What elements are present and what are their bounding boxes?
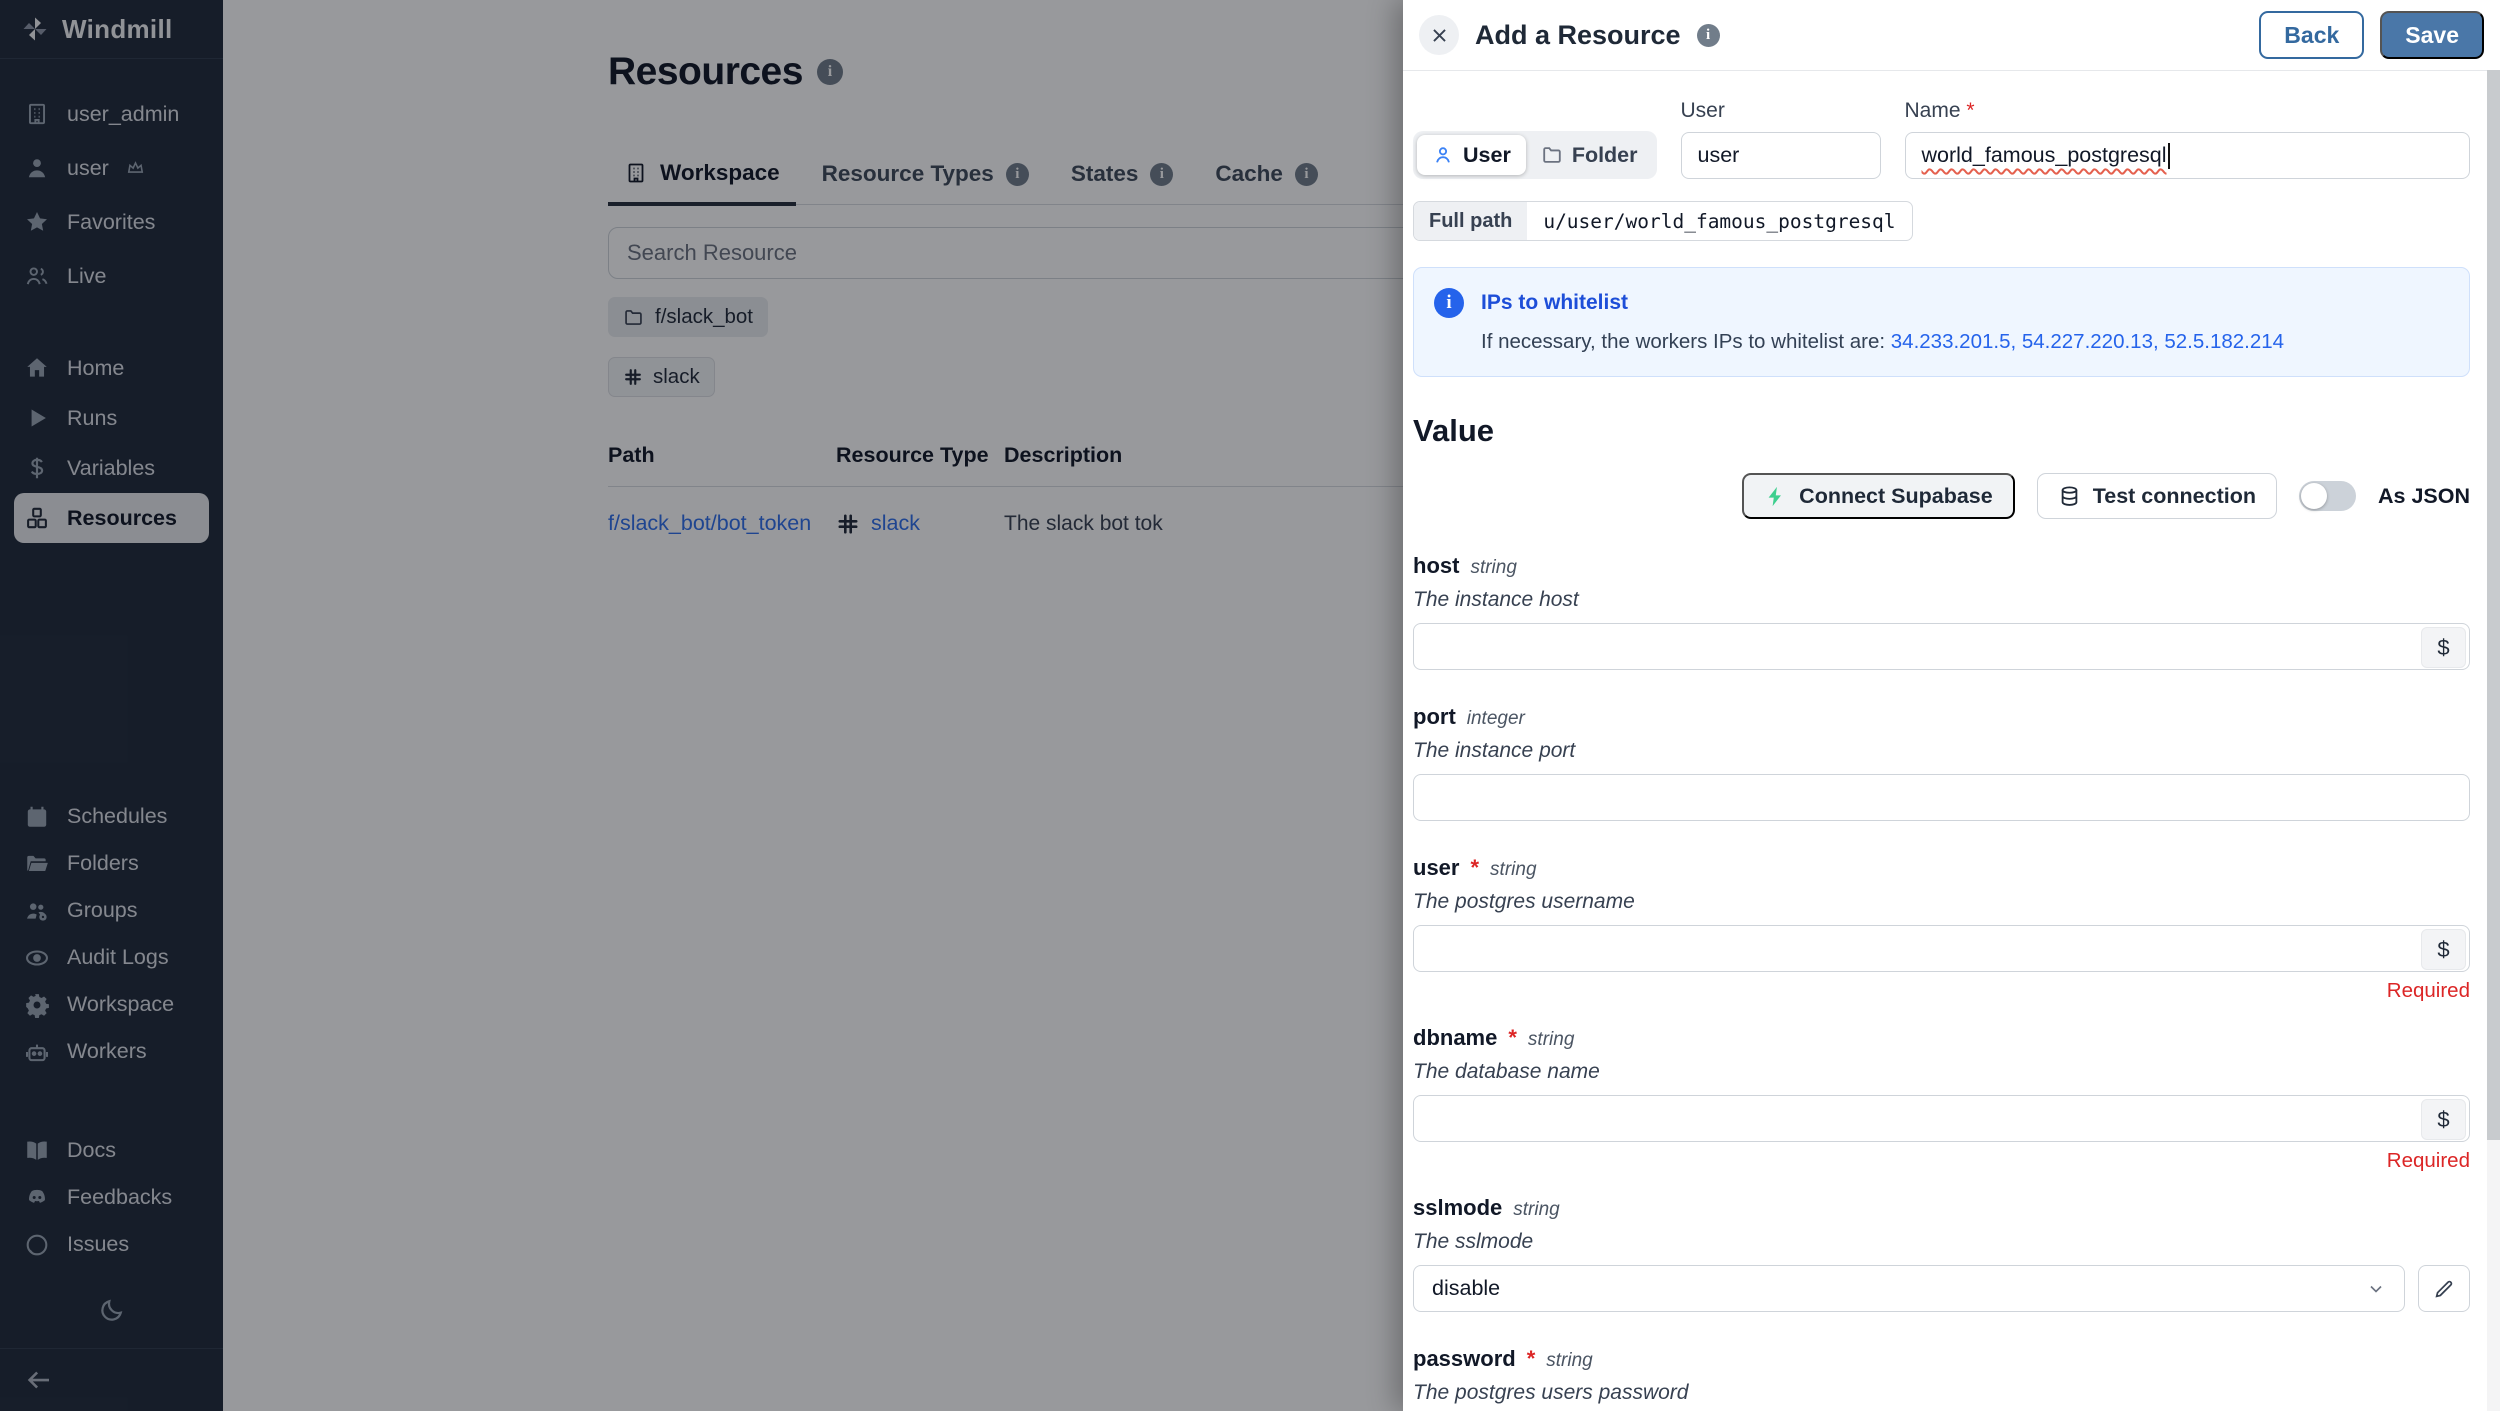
value-actions-row: Connect Supabase Test connection As JSON xyxy=(1413,473,2470,519)
database-icon xyxy=(2058,485,2081,508)
full-path-label: Full path xyxy=(1414,202,1527,240)
insert-variable-button[interactable]: $ xyxy=(2421,627,2466,668)
name-input[interactable]: world_famous_postgresql xyxy=(1905,132,2470,179)
value-section-title: Value xyxy=(1413,413,2470,449)
field-description: The instance host xyxy=(1413,588,2470,612)
required-asterisk: * xyxy=(1527,1346,1536,1372)
folder-icon xyxy=(1541,144,1563,166)
owner-folder-label: Folder xyxy=(1572,143,1638,168)
field-host: host string The instance host $ xyxy=(1413,553,2470,670)
user-input-value: user xyxy=(1698,143,1740,168)
field-type: string xyxy=(1490,859,1536,881)
toggle-knob xyxy=(2301,483,2327,509)
drawer-body: User Folder User user Name xyxy=(1403,71,2500,1411)
scrollbar-thumb[interactable] xyxy=(2487,70,2500,1140)
field-type: string xyxy=(1528,1029,1574,1051)
user-field-label: User xyxy=(1681,99,1881,123)
info-icon: i xyxy=(1434,288,1464,318)
field-description: The database name xyxy=(1413,1060,2470,1084)
name-field-label: Name * xyxy=(1905,99,2470,123)
infobox-title: IPs to whitelist xyxy=(1481,291,2284,315)
required-note: Required xyxy=(1413,979,2470,1003)
field-type: string xyxy=(1513,1199,1559,1221)
sslmode-selected-value: disable xyxy=(1432,1276,1500,1301)
full-path-display: Full path u/user/world_famous_postgresql xyxy=(1413,201,1913,241)
close-button[interactable] xyxy=(1419,15,1459,55)
field-port: port integer The instance port xyxy=(1413,704,2470,821)
drawer-title: Add a Resource xyxy=(1475,20,1681,51)
insert-variable-button[interactable]: $ xyxy=(2421,929,2466,970)
connect-supabase-button[interactable]: Connect Supabase xyxy=(1742,473,2015,519)
user-icon xyxy=(1432,144,1454,166)
host-input[interactable]: $ xyxy=(1413,623,2470,670)
ip-whitelist-infobox: i IPs to whitelist If necessary, the wor… xyxy=(1413,267,2470,377)
back-button[interactable]: Back xyxy=(2259,11,2364,59)
add-resource-drawer: Add a Resource i Back Save User Folder xyxy=(1403,0,2500,1411)
edit-enum-button[interactable] xyxy=(2418,1265,2470,1312)
field-name: sslmode xyxy=(1413,1195,1502,1221)
as-json-label: As JSON xyxy=(2378,484,2470,509)
text-caret xyxy=(2168,143,2170,169)
field-dbname: dbname * string The database name $ Requir… xyxy=(1413,1025,2470,1173)
user-input[interactable]: user xyxy=(1681,132,1881,179)
owner-type-toggle: User Folder xyxy=(1413,131,1657,179)
info-icon: i xyxy=(1697,24,1720,47)
field-name: password xyxy=(1413,1346,1516,1372)
insert-variable-button[interactable]: $ xyxy=(2421,1099,2466,1140)
port-input[interactable] xyxy=(1413,774,2470,821)
close-icon xyxy=(1430,26,1449,45)
field-name: port xyxy=(1413,704,1456,730)
field-password: password * string The postgres users passw… xyxy=(1413,1346,2470,1411)
field-type: string xyxy=(1470,557,1516,579)
required-asterisk: * xyxy=(1966,99,1974,122)
field-description: The postgres users password xyxy=(1413,1381,2470,1405)
full-path-value: u/user/world_famous_postgresql xyxy=(1527,202,1911,240)
field-sslmode: sslmode string The sslmode disable xyxy=(1413,1195,2470,1312)
chevron-down-icon xyxy=(2366,1279,2386,1299)
owner-user-option[interactable]: User xyxy=(1417,135,1526,175)
save-button[interactable]: Save xyxy=(2380,11,2484,59)
field-user: user * string The postgres username $ Requ… xyxy=(1413,855,2470,1003)
drawer-header: Add a Resource i Back Save xyxy=(1403,0,2500,71)
modal-backdrop[interactable] xyxy=(0,0,1403,1411)
sslmode-select[interactable]: disable xyxy=(1413,1265,2405,1312)
owner-folder-option[interactable]: Folder xyxy=(1526,135,1653,175)
test-connection-button[interactable]: Test connection xyxy=(2037,473,2277,519)
name-field-group: Name * world_famous_postgresql xyxy=(1905,99,2470,179)
dbname-input[interactable]: $ xyxy=(1413,1095,2470,1142)
drawer-scrollbar xyxy=(2487,70,2500,1411)
field-description: The instance port xyxy=(1413,739,2470,763)
required-note: Required xyxy=(1413,1149,2470,1173)
lightning-icon xyxy=(1764,485,1787,508)
field-description: The postgres username xyxy=(1413,890,2470,914)
required-asterisk: * xyxy=(1508,1025,1517,1051)
windmill-app: Windmill user_admin user Favorites Live xyxy=(0,0,2500,1411)
owner-user-label: User xyxy=(1463,143,1511,168)
infobox-text: If necessary, the workers IPs to whiteli… xyxy=(1481,330,2284,354)
required-asterisk: * xyxy=(1470,855,1479,881)
name-input-value: world_famous_postgresql xyxy=(1922,143,2167,168)
field-name: dbname xyxy=(1413,1025,1497,1051)
field-name: host xyxy=(1413,553,1459,579)
field-name: user xyxy=(1413,855,1459,881)
as-json-toggle[interactable] xyxy=(2299,481,2356,511)
field-type: string xyxy=(1546,1350,1592,1372)
whitelist-ips: 34.233.201.5, 54.227.220.13, 52.5.182.21… xyxy=(1891,330,2284,353)
user-value-input[interactable]: $ xyxy=(1413,925,2470,972)
field-type: integer xyxy=(1467,708,1525,730)
field-description: The sslmode xyxy=(1413,1230,2470,1254)
pencil-icon xyxy=(2433,1278,2455,1300)
user-field-group: User user xyxy=(1681,99,1881,179)
